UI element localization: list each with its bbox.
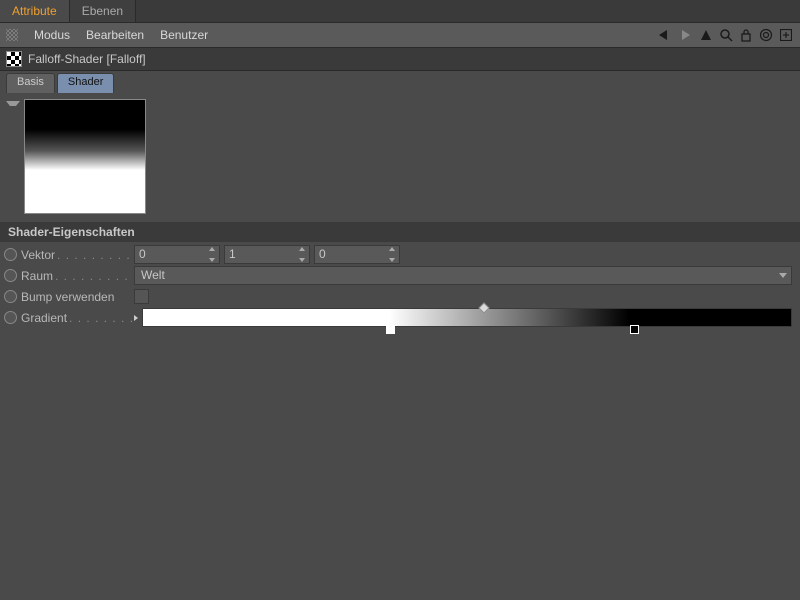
vektor-x-value: 0 [139, 247, 146, 261]
anim-dot-bump[interactable] [4, 290, 17, 303]
menu-benutzer[interactable]: Benutzer [152, 28, 216, 42]
vektor-y-value: 1 [229, 247, 236, 261]
lock-icon[interactable] [738, 27, 754, 43]
vektor-z-value: 0 [319, 247, 326, 261]
row-raum: Raum . . . . . . . . . . . . . . . . . .… [4, 265, 796, 286]
dots: . . . . . . . . . . . . . . . . . . . . … [69, 311, 134, 325]
label-raum: Raum [21, 269, 53, 283]
bump-checkbox[interactable] [134, 289, 149, 304]
spinner-icon[interactable] [209, 247, 217, 262]
breadcrumb: Falloff-Shader [Falloff] [0, 48, 800, 71]
target-icon[interactable] [758, 27, 774, 43]
row-gradient: Gradient . . . . . . . . . . . . . . . .… [4, 307, 796, 328]
label-bump: Bump verwenden [21, 290, 114, 304]
label-gradient: Gradient [21, 311, 67, 325]
spinner-icon[interactable] [299, 247, 307, 262]
gradient-stop-white[interactable] [386, 325, 395, 334]
anim-dot-vektor[interactable] [4, 248, 17, 261]
dots: . . . . . . . . . . . . . . . . . . . . … [55, 269, 134, 283]
shader-type-icon [6, 51, 22, 67]
anim-dot-raum[interactable] [4, 269, 17, 282]
subtab-shader[interactable]: Shader [57, 73, 114, 93]
menubar: Modus Bearbeiten Benutzer [0, 23, 800, 48]
row-vektor: Vektor . . . . . . . . . . . . . . . . .… [4, 244, 796, 265]
forward-icon[interactable] [678, 27, 694, 43]
spinner-icon[interactable] [389, 247, 397, 262]
dots: . . . . . . . . . . . . . . . . . . . . … [57, 248, 134, 262]
grid-icon[interactable] [6, 29, 18, 41]
up-icon[interactable] [698, 27, 714, 43]
raum-value: Welt [141, 268, 165, 282]
anim-dot-gradient[interactable] [4, 311, 17, 324]
chevron-down-icon [779, 273, 787, 278]
new-window-icon[interactable] [778, 27, 794, 43]
search-icon[interactable] [718, 27, 734, 43]
vektor-y-input[interactable]: 1 [224, 245, 310, 264]
expand-gradient-icon[interactable] [134, 315, 138, 321]
section-header: Shader-Eigenschaften [0, 222, 800, 242]
menu-bearbeiten[interactable]: Bearbeiten [78, 28, 152, 42]
gradient-editor[interactable] [142, 308, 792, 327]
menu-modus[interactable]: Modus [26, 28, 78, 42]
fold-icon[interactable] [6, 101, 20, 112]
breadcrumb-text: Falloff-Shader [Falloff] [28, 52, 146, 66]
shader-preview[interactable] [24, 99, 146, 214]
row-bump: Bump verwenden [4, 286, 796, 307]
vektor-z-input[interactable]: 0 [314, 245, 400, 264]
raum-dropdown[interactable]: Welt [134, 266, 792, 285]
subtab-basis[interactable]: Basis [6, 73, 55, 93]
back-icon[interactable] [658, 27, 674, 43]
gradient-stop-black[interactable] [630, 325, 639, 334]
tab-ebenen[interactable]: Ebenen [70, 0, 136, 22]
vektor-x-input[interactable]: 0 [134, 245, 220, 264]
label-vektor: Vektor [21, 248, 55, 262]
tab-attribute[interactable]: Attribute [0, 0, 70, 22]
